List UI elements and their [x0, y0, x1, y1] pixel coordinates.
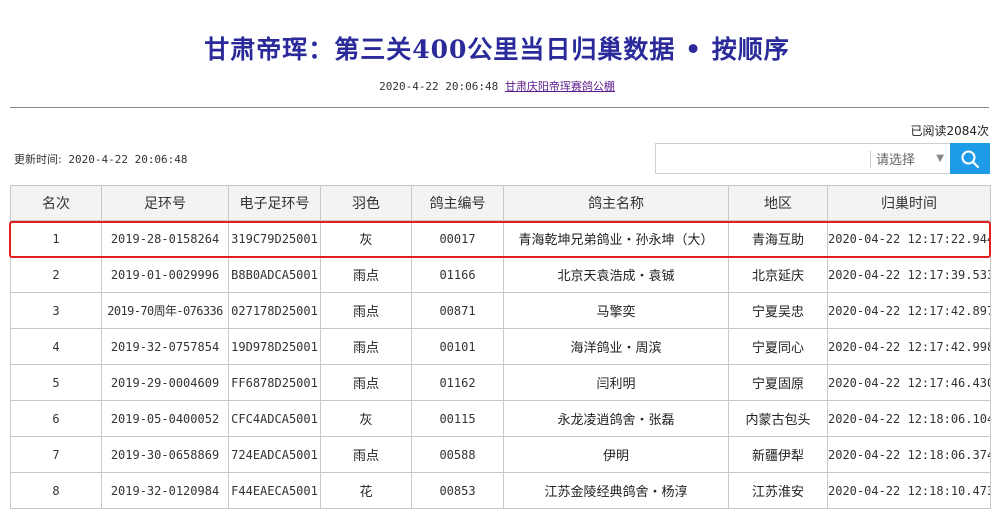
results-table: 名次 足环号 电子足环号 羽色 鸽主编号 鸽主名称 地区 归巢时间 1 2019-…	[10, 185, 991, 509]
cell-owner-id: 00101	[411, 328, 504, 365]
updated-value: 2020-4-22 20:06:48	[68, 153, 188, 166]
cell-owner-id: 00853	[411, 472, 504, 509]
cell-owner-name: 江苏金陵经典鸽舍・杨淳	[503, 472, 729, 509]
cell-owner-name: 海洋鸽业・周滨	[503, 328, 729, 365]
cell-region: 江苏淮安	[728, 472, 828, 509]
cell-feather-color: 雨点	[320, 364, 412, 401]
cell-ring-number: 2019-30-0658869	[101, 436, 229, 473]
cell-ring-number: 2019-70周年-076336	[101, 292, 229, 329]
cell-ring-number: 2019-28-0158264	[101, 220, 229, 257]
cell-rank: 1	[10, 220, 102, 257]
cell-chip-number: FF6878D25001	[228, 364, 321, 401]
cell-feather-color: 灰	[320, 400, 412, 437]
cell-rank: 2	[10, 256, 102, 293]
cell-feather-color: 灰	[320, 220, 412, 257]
cell-ring-number: 2019-01-0029996	[101, 256, 229, 293]
updated-label: 更新时间:	[14, 153, 62, 166]
cell-owner-id: 00017	[411, 220, 504, 257]
col-header-owner-id[interactable]: 鸽主编号	[411, 185, 504, 221]
table-header-row: 名次 足环号 电子足环号 羽色 鸽主编号 鸽主名称 地区 归巢时间	[10, 185, 991, 221]
select-separator	[870, 151, 871, 168]
table-row[interactable]: 3 2019-70周年-076336 027178D25001 雨点 00871 马擎奕宁…	[10, 292, 991, 329]
search-button[interactable]	[950, 143, 990, 174]
cell-owner-name: 青海乾坤兄弟鸽业・孙永坤（大）	[503, 220, 729, 257]
table-row[interactable]: 1 2019-28-0158264 319C79D25001 灰 00017 青海乾坤兄弟…	[10, 220, 991, 257]
cell-arrival-time: 2020-04-22 12:17:46.430	[827, 364, 991, 401]
cell-rank: 3	[10, 292, 102, 329]
cell-rank: 8	[10, 472, 102, 509]
cell-region: 宁夏固原	[728, 364, 828, 401]
cell-region: 新疆伊犁	[728, 436, 828, 473]
col-header-rank[interactable]: 名次	[10, 185, 102, 221]
cell-rank: 5	[10, 364, 102, 401]
cell-rank: 4	[10, 328, 102, 365]
col-header-chip[interactable]: 电子足环号	[228, 185, 321, 221]
cell-owner-name: 永龙凌逍鸽舍・张磊	[503, 400, 729, 437]
cell-owner-id: 01166	[411, 256, 504, 293]
col-header-ring[interactable]: 足环号	[101, 185, 229, 221]
cell-owner-name: 闫利明	[503, 364, 729, 401]
page-meta: 2020-4-22 20:06:48 甘肃庆阳帝珲赛鸽公棚	[0, 78, 994, 94]
cell-owner-name: 伊明	[503, 436, 729, 473]
cell-feather-color: 花	[320, 472, 412, 509]
cell-chip-number: 027178D25001	[228, 292, 321, 329]
divider	[10, 107, 989, 108]
table-row[interactable]: 4 2019-32-0757854 19D978D25001 雨点 00101 海洋鸽业・…	[10, 328, 991, 365]
cell-owner-name: 北京天袁浩成・袁铖	[503, 256, 729, 293]
cell-feather-color: 雨点	[320, 292, 412, 329]
cell-arrival-time: 2020-04-22 12:18:06.104	[827, 400, 991, 437]
cell-ring-number: 2019-32-0120984	[101, 472, 229, 509]
cell-ring-number: 2019-32-0757854	[101, 328, 229, 365]
table-row[interactable]: 2 2019-01-0029996 B8B0ADCA5001 雨点 01166 北京天袁浩…	[10, 256, 991, 293]
select-label: 请选择	[876, 153, 916, 168]
cell-chip-number: 724EADCA5001	[228, 436, 321, 473]
search-icon	[961, 150, 980, 168]
cell-feather-color: 雨点	[320, 256, 412, 293]
read-count: 已阅读2084次	[910, 124, 989, 138]
cell-chip-number: B8B0ADCA5001	[228, 256, 321, 293]
col-header-color[interactable]: 羽色	[320, 185, 412, 221]
cell-arrival-time: 2020-04-22 12:17:39.533	[827, 256, 991, 293]
cell-arrival-time: 2020-04-22 12:18:06.374	[827, 436, 991, 473]
col-header-arrival-time[interactable]: 归巢时间	[827, 185, 991, 221]
col-header-owner-name[interactable]: 鸽主名称	[503, 185, 729, 221]
col-header-region[interactable]: 地区	[728, 185, 828, 221]
search-input[interactable]	[655, 143, 870, 174]
table-row[interactable]: 5 2019-29-0004609 FF6878D25001 雨点 01162 闫利明 宁夏…	[10, 364, 991, 401]
cell-chip-number: F44EAECA5001	[228, 472, 321, 509]
page-title: 甘肃帝珲：第三关400公里当日归巢数据 • 按顺序	[204, 35, 790, 64]
cell-rank: 7	[10, 436, 102, 473]
cell-arrival-time: 2020-04-22 12:17:42.998	[827, 328, 991, 365]
cell-owner-id: 00115	[411, 400, 504, 437]
cell-chip-number: 19D978D25001	[228, 328, 321, 365]
cell-chip-number: CFC4ADCA5001	[228, 400, 321, 437]
cell-region: 内蒙古包头	[728, 400, 828, 437]
cell-chip-number: 319C79D25001	[228, 220, 321, 257]
publish-date: 2020-4-22 20:06:48	[379, 80, 499, 93]
cell-owner-id: 00588	[411, 436, 504, 473]
source-link[interactable]: 甘肃庆阳帝珲赛鸽公棚	[505, 80, 615, 93]
cell-region: 宁夏吴忠	[728, 292, 828, 329]
cell-arrival-time: 2020-04-22 12:17:42.897	[827, 292, 991, 329]
cell-arrival-time: 2020-04-22 12:18:10.473	[827, 472, 991, 509]
table-row[interactable]: 6 2019-05-0400052 CFC4ADCA5001 灰 00115 永龙凌逍鸽舍…	[10, 400, 991, 437]
cell-owner-id: 00871	[411, 292, 504, 329]
cell-rank: 6	[10, 400, 102, 437]
cell-region: 北京延庆	[728, 256, 828, 293]
search-field-select[interactable]: 请选择 ▼	[870, 143, 950, 174]
table-row[interactable]: 8 2019-32-0120984 F44EAECA5001 花 00853 江苏金陵经典…	[10, 472, 991, 509]
cell-owner-name: 马擎奕	[503, 292, 729, 329]
cell-region: 青海互助	[728, 220, 828, 257]
cell-region: 宁夏同心	[728, 328, 828, 365]
cell-owner-id: 01162	[411, 364, 504, 401]
cell-arrival-time: 2020-04-22 12:17:22.944	[827, 220, 991, 257]
cell-feather-color: 雨点	[320, 328, 412, 365]
cell-ring-number: 2019-29-0004609	[101, 364, 229, 401]
cell-feather-color: 雨点	[320, 436, 412, 473]
cell-ring-number: 2019-05-0400052	[101, 400, 229, 437]
table-row[interactable]: 7 2019-30-0658869 724EADCA5001 雨点 00588 伊明 新疆伊…	[10, 436, 991, 473]
updated-time: 更新时间: 2020-4-22 20:06:48	[14, 151, 188, 167]
chevron-down-icon: ▼	[936, 153, 944, 164]
